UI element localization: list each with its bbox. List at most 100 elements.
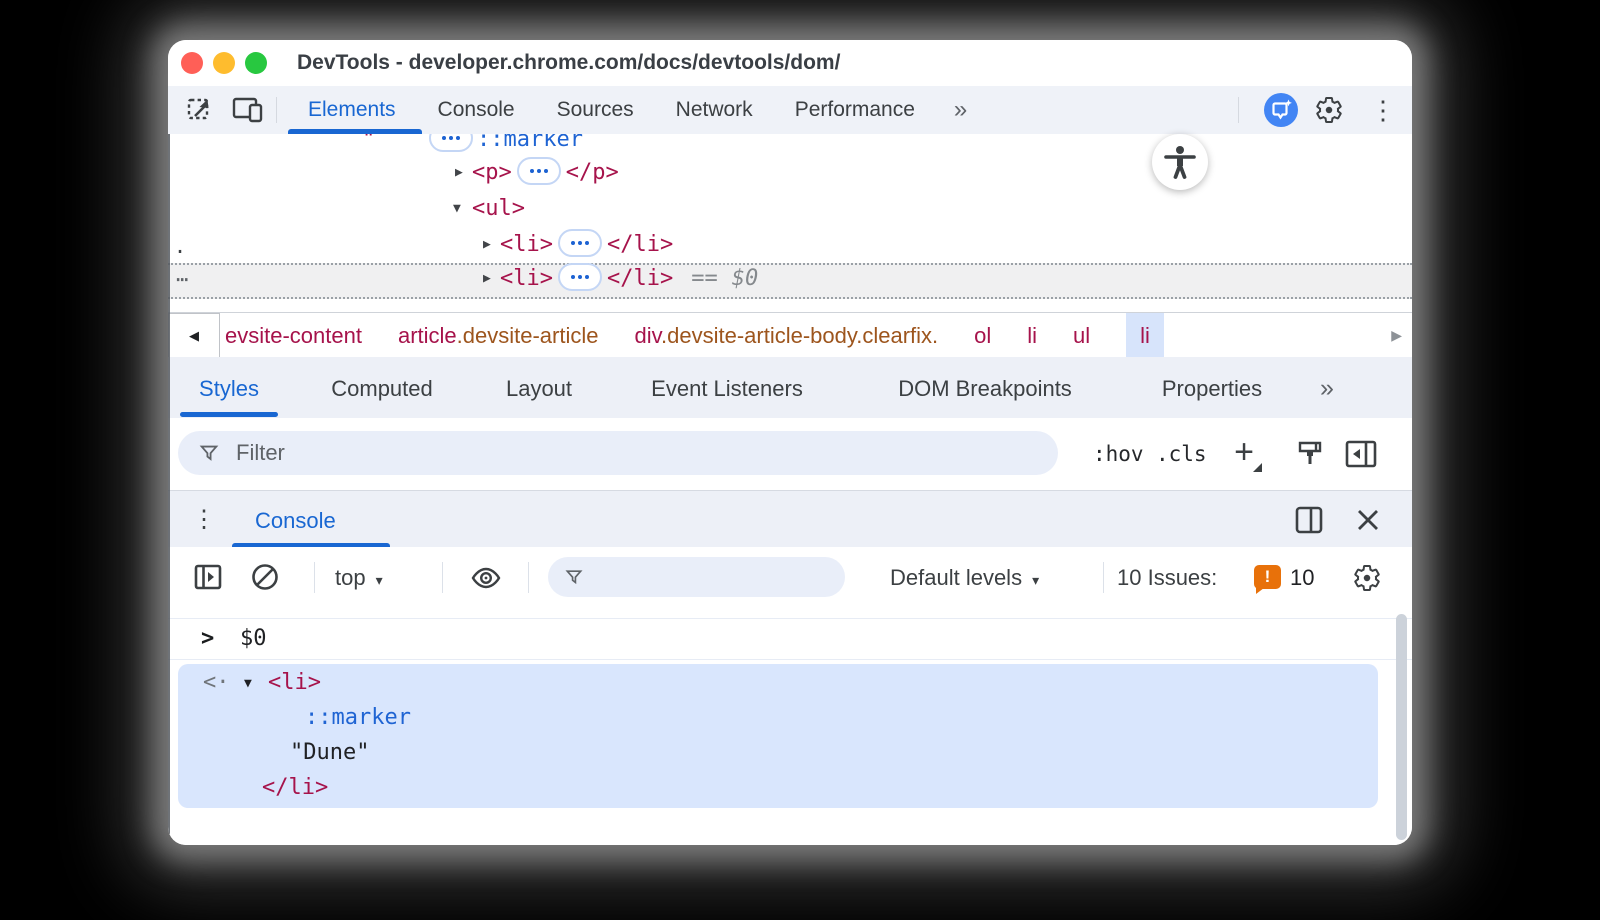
crumb-ul[interactable]: ul [1073,323,1090,349]
drawer-tab-console[interactable]: Console [255,491,336,548]
tab-dom-breakpoints[interactable]: DOM Breakpoints [898,357,1072,418]
scrollbar-thumb[interactable] [1396,614,1407,840]
crumb-li-selected[interactable]: li [1126,313,1164,358]
elements-dom-tree: " ::marker ▶ <p></p> ▼ <ul> ▶ <li></li> … [168,134,1412,312]
ellipsis-expand-button[interactable] [429,134,473,152]
result-line-li-open: <· ▼ <li> [178,665,1378,700]
console-filter-input[interactable] [594,565,808,590]
more-options-kebab-icon[interactable]: ⋮ [1370,86,1396,134]
breadcrumb-forward-button[interactable]: ▶ [1391,313,1402,358]
styles-tab-bar: Styles Computed Layout Event Listeners D… [168,357,1412,419]
dom-row-p[interactable]: ▶ <p></p> [168,155,1412,191]
collapse-arrow-icon[interactable]: ▼ [453,191,461,227]
chevron-down-icon: ▾ [376,572,383,588]
issues-count[interactable]: 10 [1290,547,1314,608]
tab-styles[interactable]: Styles [199,357,259,418]
toolbar-divider-right [1238,97,1239,123]
console-settings-gear-icon[interactable] [1352,563,1382,593]
close-drawer-icon[interactable] [1354,506,1382,534]
inspect-icon[interactable] [185,95,215,125]
tab-properties[interactable]: Properties [1162,357,1262,418]
devtools-window: DevTools - developer.chrome.com/docs/dev… [168,40,1412,845]
ellipsis-expand-button[interactable] [558,263,602,291]
close-tag: </p> [566,160,619,185]
crumb-div[interactable]: div.devsite-article-body.clearfix. [635,323,939,349]
ellipsis-expand-button[interactable] [517,157,561,185]
tab-network[interactable]: Network [655,86,774,134]
class-toggle-cls-button[interactable]: .cls [1156,418,1207,490]
levels-label: Default levels [890,565,1022,590]
crumb-li[interactable]: li [1027,323,1037,349]
context-label: top [335,565,366,590]
issues-label[interactable]: 10 Issues: [1117,547,1217,608]
styles-filter-input[interactable] [234,439,998,467]
toggle-sidebar-icon[interactable] [1345,439,1377,469]
tab-sources[interactable]: Sources [536,86,655,134]
window-title: DevTools - developer.chrome.com/docs/dev… [297,51,840,75]
tab-elements[interactable]: Elements [287,86,417,134]
split-panel-icon[interactable] [1294,505,1324,535]
ai-assistant-icon[interactable] [1264,93,1298,127]
accessibility-overlay-button[interactable] [1152,134,1208,190]
console-command-row[interactable]: > $0 [168,618,1412,660]
show-console-sidebar-icon[interactable] [194,563,222,591]
expand-arrow-icon[interactable]: ▶ [483,227,491,263]
crumb-devsite-content[interactable]: evsite-content [225,323,362,349]
device-toolbar-icon[interactable] [232,96,264,124]
gutter-ellipsis: ⋯ [176,263,188,295]
main-tab-strip: Elements Console Sources Network Perform… [287,86,985,134]
tab-layout[interactable]: Layout [506,357,572,418]
crumb-ol[interactable]: ol [974,323,991,349]
expand-arrow-icon[interactable]: ▶ [483,263,491,295]
more-tabs-icon[interactable]: » [936,86,985,134]
close-window-button[interactable] [181,52,203,74]
dom-row-li-1[interactable]: ▶ <li></li> [168,227,1412,263]
back-chevron-icon: ◀ [189,328,199,344]
tab-performance[interactable]: Performance [774,86,936,134]
styles-filter-pill [178,431,1058,475]
close-tag: </li> [607,232,673,257]
close-tag: </li> [607,266,673,291]
settings-gear-icon[interactable] [1314,95,1344,125]
tab-event-listeners[interactable]: Event Listeners [651,357,803,418]
dom-row-ul[interactable]: ▼ <ul> [168,191,1412,227]
dom-row-li-selected[interactable]: ▶ <li></li>==$0 ⋯ [168,263,1412,299]
filter-funnel-icon [198,442,220,464]
new-style-rule-button[interactable]: + [1224,418,1264,490]
page-background: DevTools - developer.chrome.com/docs/dev… [0,0,1600,920]
console-result-highlighted[interactable]: <· ▼ <li> ::marker "Dune" </li> [178,664,1378,808]
expand-arrow-icon[interactable]: ▶ [455,155,463,191]
forward-chevron-icon: ▶ [1391,327,1402,343]
breadcrumb-back-button[interactable]: ◀ [168,313,220,358]
styles-filter-bar: :hov .cls + [168,418,1412,491]
breadcrumb-bar: ◀ evsite-content article.devsite-article… [168,312,1412,358]
dom-node-code: <li></li>==$0 [500,263,758,295]
console-filter-pill [548,557,845,597]
more-sidebar-tabs-icon[interactable]: » [1320,357,1334,418]
drawer-menu-kebab-icon[interactable]: ⋮ [192,491,216,548]
maximize-window-button[interactable] [245,52,267,74]
pseudo-state-hov-button[interactable]: :hov [1093,418,1144,490]
collapse-arrow-icon[interactable]: ▼ [244,666,252,701]
live-expression-eye-icon[interactable] [470,564,502,592]
context-selector[interactable]: top ▾ [335,547,383,608]
crumb-article[interactable]: article.devsite-article [398,323,599,349]
levels-dropdown[interactable]: Default levels▾ [890,547,1039,608]
issues-badge-icon[interactable]: ! [1254,565,1281,589]
clear-console-icon[interactable] [250,562,280,592]
console-toolbar-divider [1103,562,1104,593]
filter-funnel-icon [564,567,584,587]
console-toolbar-divider [528,562,529,593]
console-toolbar-divider [314,562,315,593]
tab-console[interactable]: Console [417,86,536,134]
console-drawer-header: ⋮ Console [168,490,1412,549]
console-toolbar-divider [442,562,443,593]
breadcrumb: evsite-content article.devsite-article d… [225,313,1164,358]
equals-sign: == [691,266,718,291]
rendering-brush-icon[interactable] [1295,439,1325,469]
ellipsis-expand-button[interactable] [558,229,602,257]
tab-computed[interactable]: Computed [331,357,433,418]
window-titlebar: DevTools - developer.chrome.com/docs/dev… [168,40,1412,87]
minimize-window-button[interactable] [213,52,235,74]
console-messages: > $0 <· ▼ <li> ::marker "Dune" </li> [168,608,1412,845]
